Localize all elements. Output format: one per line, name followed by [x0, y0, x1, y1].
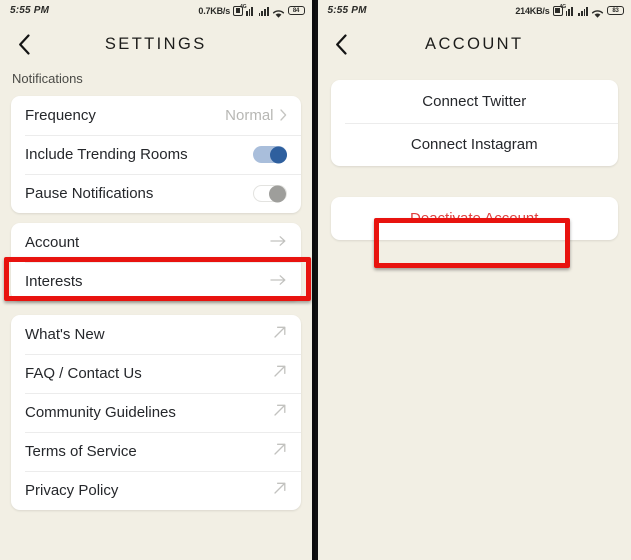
row-label: Privacy Policy — [25, 482, 119, 499]
settings-row-interests[interactable]: Interests — [11, 262, 301, 301]
row-label: Deactivate Account — [410, 210, 539, 227]
external-link-icon — [273, 442, 287, 461]
status-bar-indicators: 214KB/s 4G 83 — [515, 4, 624, 18]
arrow-right-icon — [269, 234, 287, 252]
row-label: Connect Twitter — [422, 93, 527, 110]
settings-row-pause-notifications[interactable]: Pause Notifications — [11, 174, 301, 213]
row-label: FAQ / Contact Us — [25, 365, 142, 382]
status-bar: 5:55 PM 0.7KB/s 4G 84 — [0, 0, 312, 21]
settings-row-include-trending-rooms[interactable]: Include Trending Rooms — [11, 135, 301, 174]
status-bar-time: 5:55 PM — [10, 5, 50, 16]
row-label: Frequency — [25, 107, 96, 124]
account-header: ACCOUNT — [317, 21, 631, 67]
notifications-card: Frequency Normal Include Trending Rooms … — [11, 96, 301, 213]
chevron-left-icon — [18, 33, 30, 55]
back-button[interactable] — [331, 33, 353, 55]
battery-icon: 83 — [607, 6, 624, 15]
section-label-notifications: Notifications — [12, 71, 83, 86]
signal-bars-secondary-icon — [258, 6, 269, 16]
arrow-right-icon — [269, 273, 287, 291]
link-row-community-guidelines[interactable]: Community Guidelines — [11, 393, 301, 432]
back-button[interactable] — [13, 33, 35, 55]
account-card: Account Interests — [11, 223, 301, 301]
external-link-icon — [273, 325, 287, 344]
row-label: Interests — [25, 273, 83, 290]
status-bar-data-rate: 0.7KB/s — [198, 5, 231, 16]
deactivate-account-card: Deactivate Account — [330, 197, 619, 240]
link-row-faq-contact-us[interactable]: FAQ / Contact Us — [11, 354, 301, 393]
toggle-include-trending-rooms[interactable] — [252, 146, 287, 163]
link-row-terms-of-service[interactable]: Terms of Service — [11, 432, 301, 471]
signal-bars-icon: 4G — [240, 4, 256, 16]
connect-twitter-button[interactable]: Connect Twitter — [331, 80, 619, 123]
account-screen: 5:55 PM 214KB/s 4G 83 ACCOUNT Connect Tw… — [317, 0, 631, 560]
external-link-icon — [273, 403, 287, 422]
status-bar-time: 5:55 PM — [327, 5, 367, 16]
row-label: Account — [25, 234, 80, 251]
page-title: ACCOUNT — [425, 34, 524, 53]
wifi-icon — [272, 6, 285, 18]
row-label: Connect Instagram — [410, 136, 538, 153]
toggle-pause-notifications[interactable] — [252, 185, 287, 202]
status-bar: 5:55 PM 214KB/s 4G 83 — [317, 0, 631, 21]
chevron-left-icon — [336, 33, 347, 55]
row-label: Terms of Service — [25, 443, 137, 460]
signal-bars-icon: 4G — [560, 4, 576, 16]
deactivate-account-button[interactable]: Deactivate Account — [331, 197, 619, 240]
wifi-icon — [591, 6, 604, 18]
link-row-whats-new[interactable]: What's New — [11, 315, 301, 354]
network-type-label: 4G — [240, 3, 247, 10]
settings-row-account[interactable]: Account — [11, 223, 301, 262]
status-bar-indicators: 0.7KB/s 4G 84 — [198, 4, 305, 18]
links-card: What's New FAQ / Contact Us Community Gu… — [11, 315, 301, 510]
row-label: Community Guidelines — [25, 404, 176, 421]
dual-screenshot-comparison: 5:55 PM 0.7KB/s 4G 84 SETTINGS Notificat… — [0, 0, 631, 560]
toggle-knob — [269, 146, 287, 163]
toggle-knob — [268, 185, 286, 202]
status-bar-data-rate: 214KB/s — [515, 5, 550, 16]
connect-instagram-button[interactable]: Connect Instagram — [331, 123, 619, 166]
external-link-icon — [273, 364, 287, 383]
connect-accounts-card: Connect Twitter Connect Instagram — [330, 80, 619, 166]
network-type-label: 4G — [559, 3, 567, 10]
settings-screen: 5:55 PM 0.7KB/s 4G 84 SETTINGS Notificat… — [0, 0, 312, 560]
page-title: SETTINGS — [104, 34, 207, 53]
row-label: Pause Notifications — [25, 185, 154, 202]
row-value-frequency: Normal — [225, 107, 274, 124]
panel-divider — [311, 0, 315, 560]
row-label: What's New — [25, 326, 105, 343]
row-label: Include Trending Rooms — [25, 146, 188, 163]
chevron-right-icon — [279, 108, 287, 123]
settings-row-frequency[interactable]: Frequency Normal — [11, 96, 301, 135]
settings-header: SETTINGS — [0, 21, 312, 67]
external-link-icon — [273, 481, 287, 500]
link-row-privacy-policy[interactable]: Privacy Policy — [11, 471, 301, 510]
signal-bars-secondary-icon — [578, 6, 588, 16]
battery-icon: 84 — [287, 6, 305, 15]
